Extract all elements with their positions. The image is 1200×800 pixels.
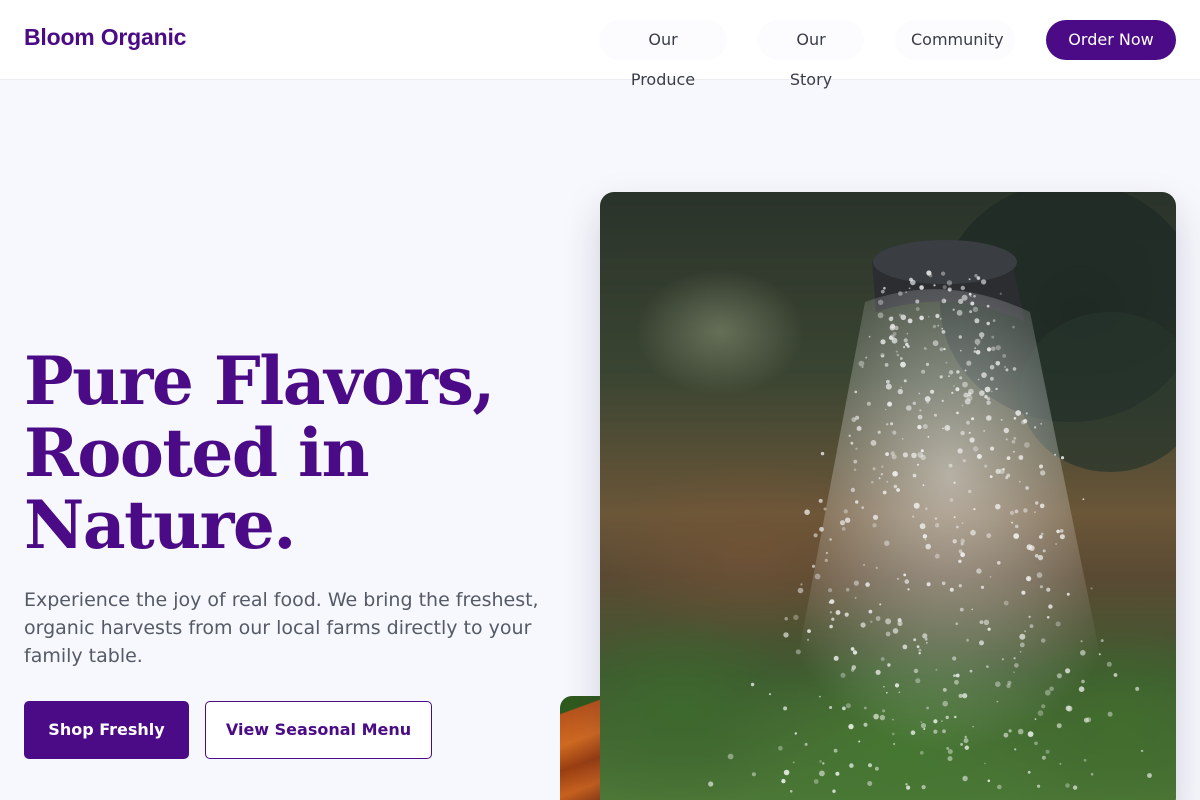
- watering-garden-hero-image: [600, 192, 1176, 800]
- water-spray-illustration: [708, 192, 1176, 793]
- hero-subtitle: Experience the joy of real food. We brin…: [24, 589, 539, 667]
- brand-logo[interactable]: Bloom Organic: [24, 24, 186, 51]
- nav-link-our-story[interactable]: Our Story: [758, 20, 864, 89]
- nav-link-community[interactable]: Community: [895, 20, 1015, 60]
- order-now-button[interactable]: Order Now: [1046, 20, 1176, 60]
- nav-link-our-produce[interactable]: Our Produce: [599, 20, 727, 89]
- hero-title-line-1: Pure Flavors,: [24, 342, 495, 420]
- top-navigation-bar: Bloom Organic Our Produce Our Story Comm…: [0, 0, 1200, 89]
- view-seasonal-menu-button[interactable]: View Seasonal Menu: [205, 701, 432, 759]
- hero-title-line-2: Rooted in: [24, 414, 370, 492]
- hero-title: Pure Flavors, Rooted in Nature.: [24, 345, 544, 561]
- shop-freshly-button[interactable]: Shop Freshly: [24, 701, 189, 759]
- hero-title-line-3: Nature.: [24, 486, 296, 564]
